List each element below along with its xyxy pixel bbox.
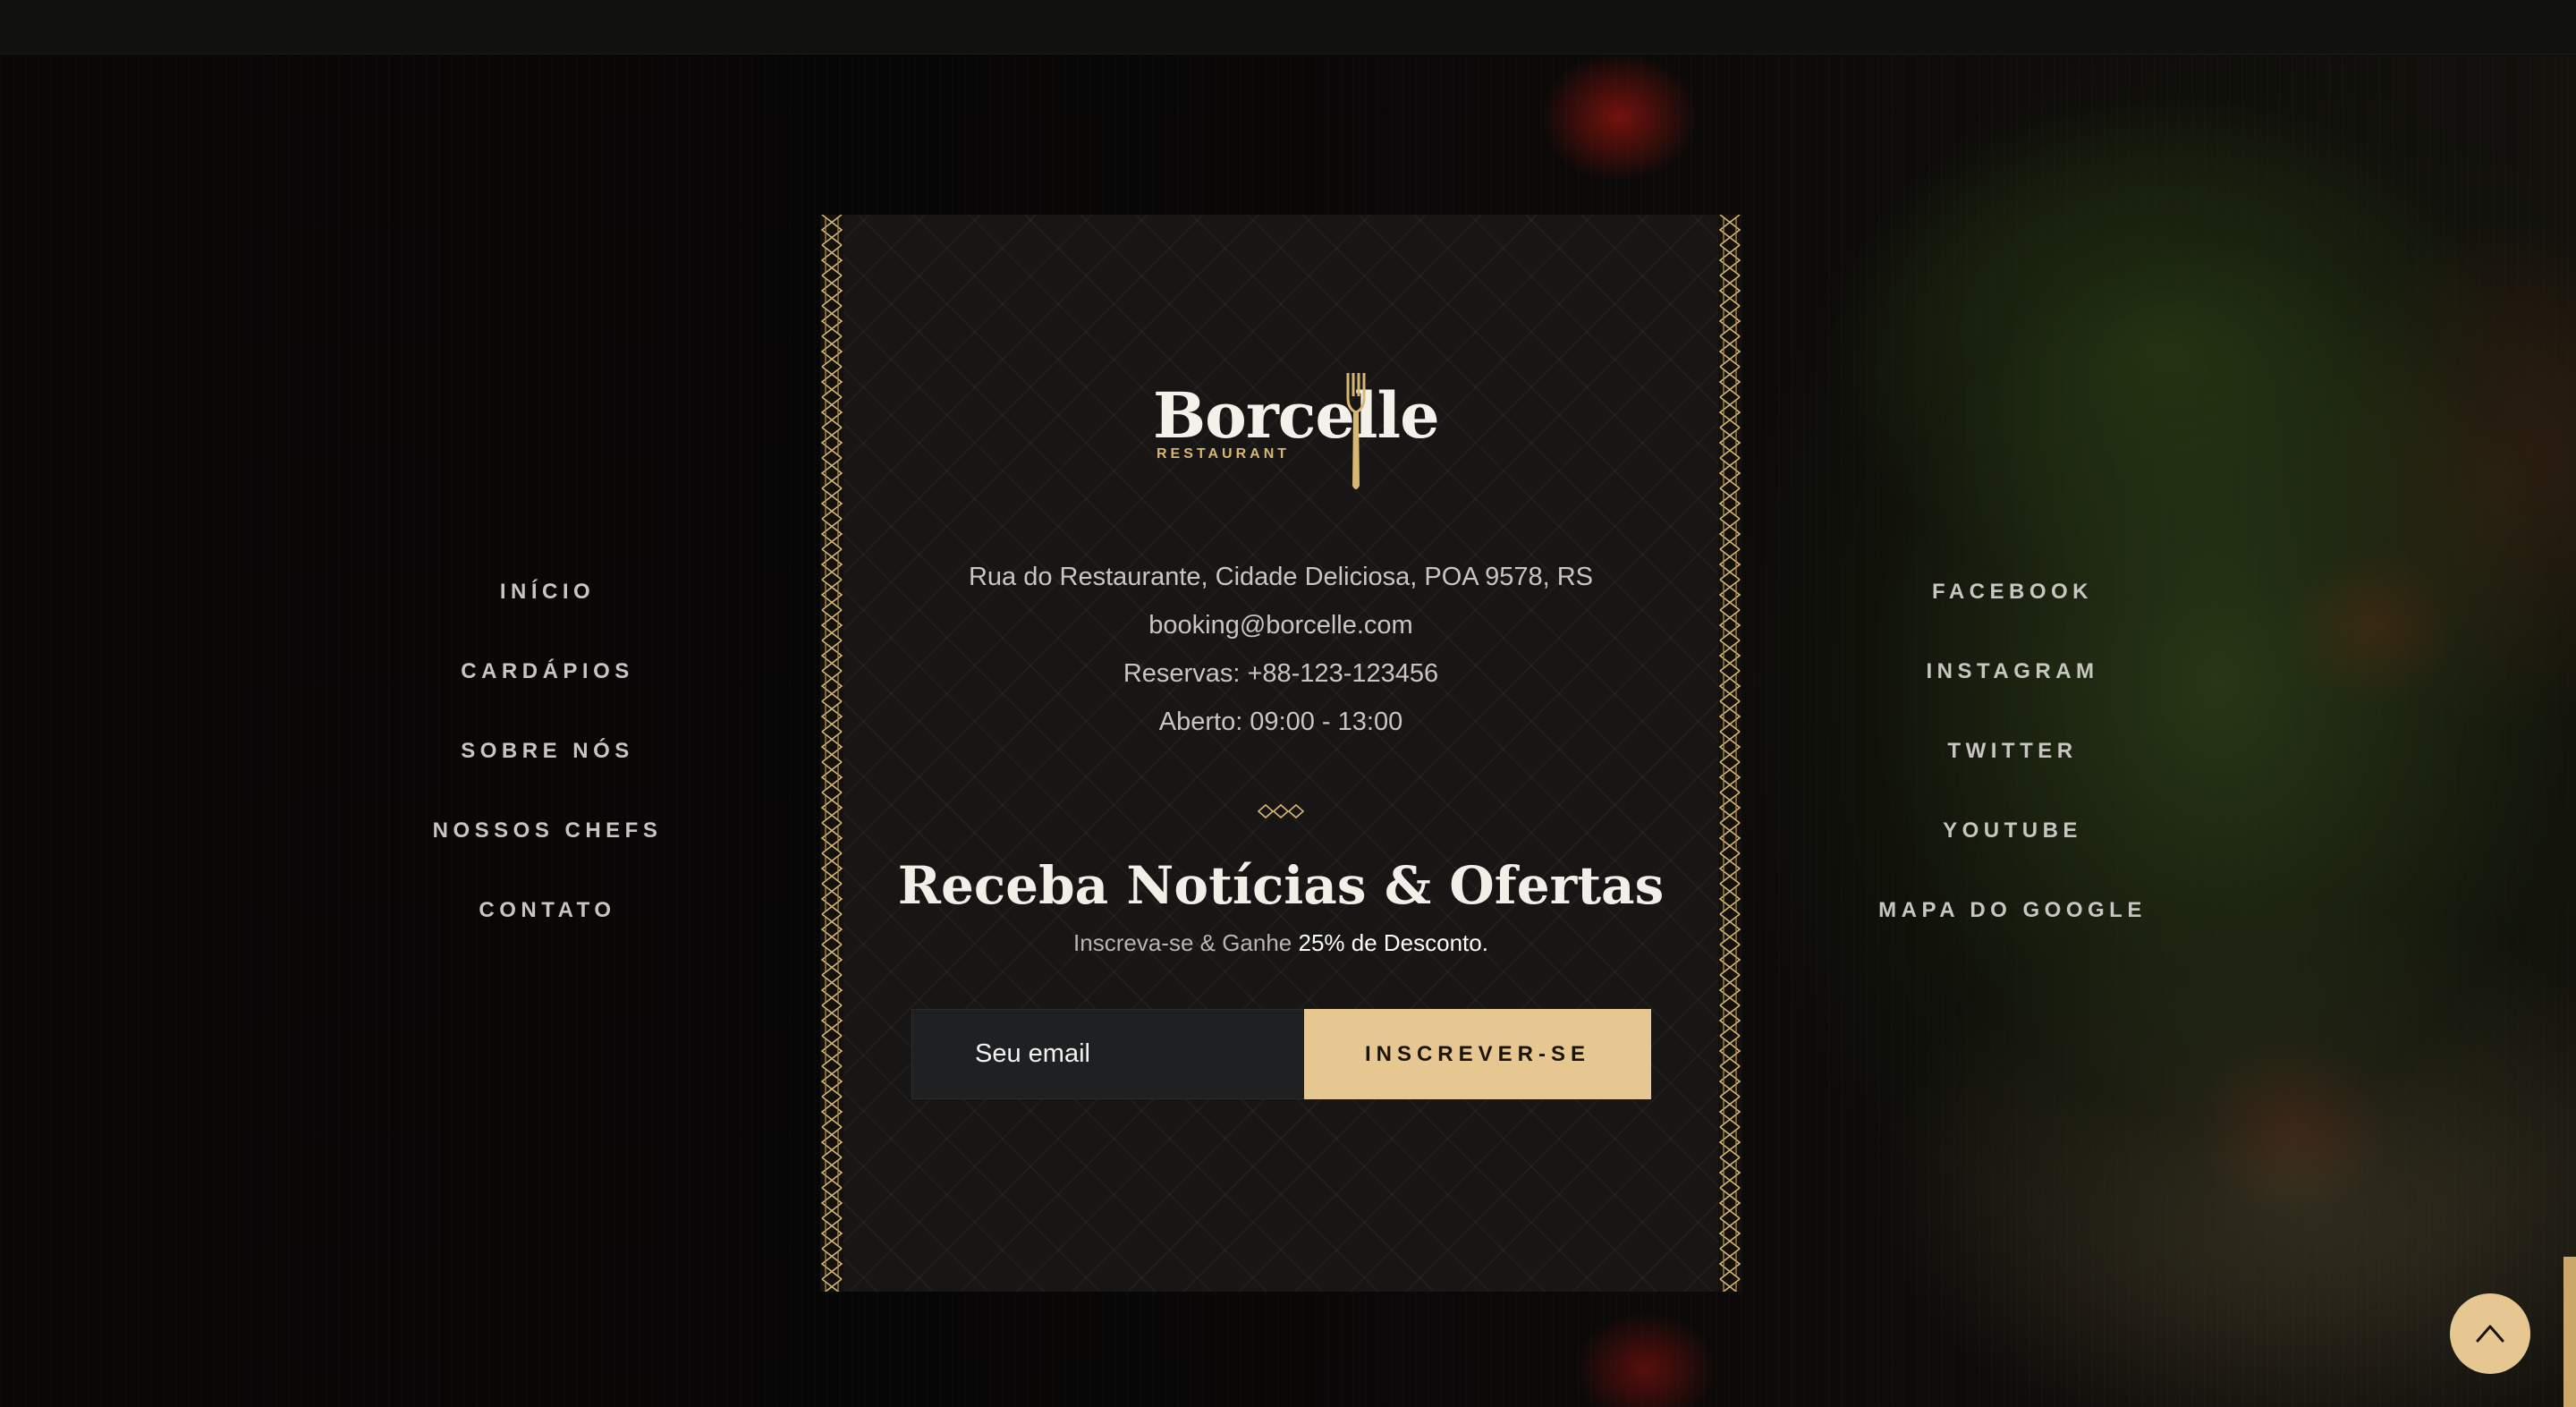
logo-tagline: RESTAURANT [1157, 446, 1291, 462]
email-input[interactable] [911, 1009, 1306, 1099]
social-link-google-maps[interactable]: MAPA DO GOOGLE [1834, 891, 2191, 970]
newsletter-subtitle-prefix: Inscreva-se & Ganhe [1073, 929, 1299, 956]
scroll-to-top-button[interactable] [2450, 1293, 2530, 1374]
reservations-phone[interactable]: Reservas: +88-123-123456 [820, 649, 1741, 698]
newsletter-title: Receba Notícias & Ofertas [897, 855, 1665, 916]
footer-nav-left: INÍCIO CARDÁPIOS SOBRE NÓS NOSSOS CHEFS … [369, 572, 726, 970]
footer-nav-social: FACEBOOK INSTAGRAM TWITTER YOUTUBE MAPA … [1834, 572, 2191, 970]
subscribe-button[interactable]: INSCREVER-SE [1304, 1009, 1651, 1099]
address-text: Rua do Restaurante, Cidade Deliciosa, PO… [968, 563, 1593, 591]
contact-info: Rua do Restaurante, Cidade Deliciosa, PO… [820, 553, 1741, 746]
diamonds-divider-icon [1257, 803, 1305, 819]
nav-link-contato[interactable]: CONTATO [369, 891, 726, 970]
fork-icon [1346, 373, 1366, 489]
nav-link-sobre-nos[interactable]: SOBRE NÓS [369, 732, 726, 811]
side-scroll-indicator[interactable] [2563, 1257, 2576, 1407]
discount-highlight: 25% de Desconto. [1298, 929, 1488, 956]
email-link[interactable]: booking@borcelle.com [820, 601, 1741, 649]
logo-wordmark: Borcelle [1153, 378, 1440, 453]
nav-link-inicio[interactable]: INÍCIO [369, 572, 726, 652]
social-link-youtube[interactable]: YOUTUBE [1834, 811, 2191, 891]
newsletter-subtitle: Inscreva-se & Ganhe 25% de Desconto. [820, 927, 1741, 959]
social-link-instagram[interactable]: INSTAGRAM [1834, 652, 2191, 732]
chevron-up-icon [2476, 1325, 2504, 1343]
social-link-facebook[interactable]: FACEBOOK [1834, 572, 2191, 652]
nav-link-cardapios[interactable]: CARDÁPIOS [369, 652, 726, 732]
contact-newsletter-card: Borcelle RESTAURANT Rua do Restaurante, … [820, 215, 1741, 1292]
opening-hours: Aberto: 09:00 - 13:00 [1158, 708, 1403, 736]
ornament-border-right [1718, 215, 1741, 1292]
social-link-twitter[interactable]: TWITTER [1834, 732, 2191, 811]
borcelle-logo[interactable]: Borcelle RESTAURANT [1153, 371, 1440, 479]
browser-top-bar [0, 0, 2576, 55]
ornament-border-left [820, 215, 843, 1292]
nav-link-nossos-chefs[interactable]: NOSSOS CHEFS [369, 811, 726, 891]
